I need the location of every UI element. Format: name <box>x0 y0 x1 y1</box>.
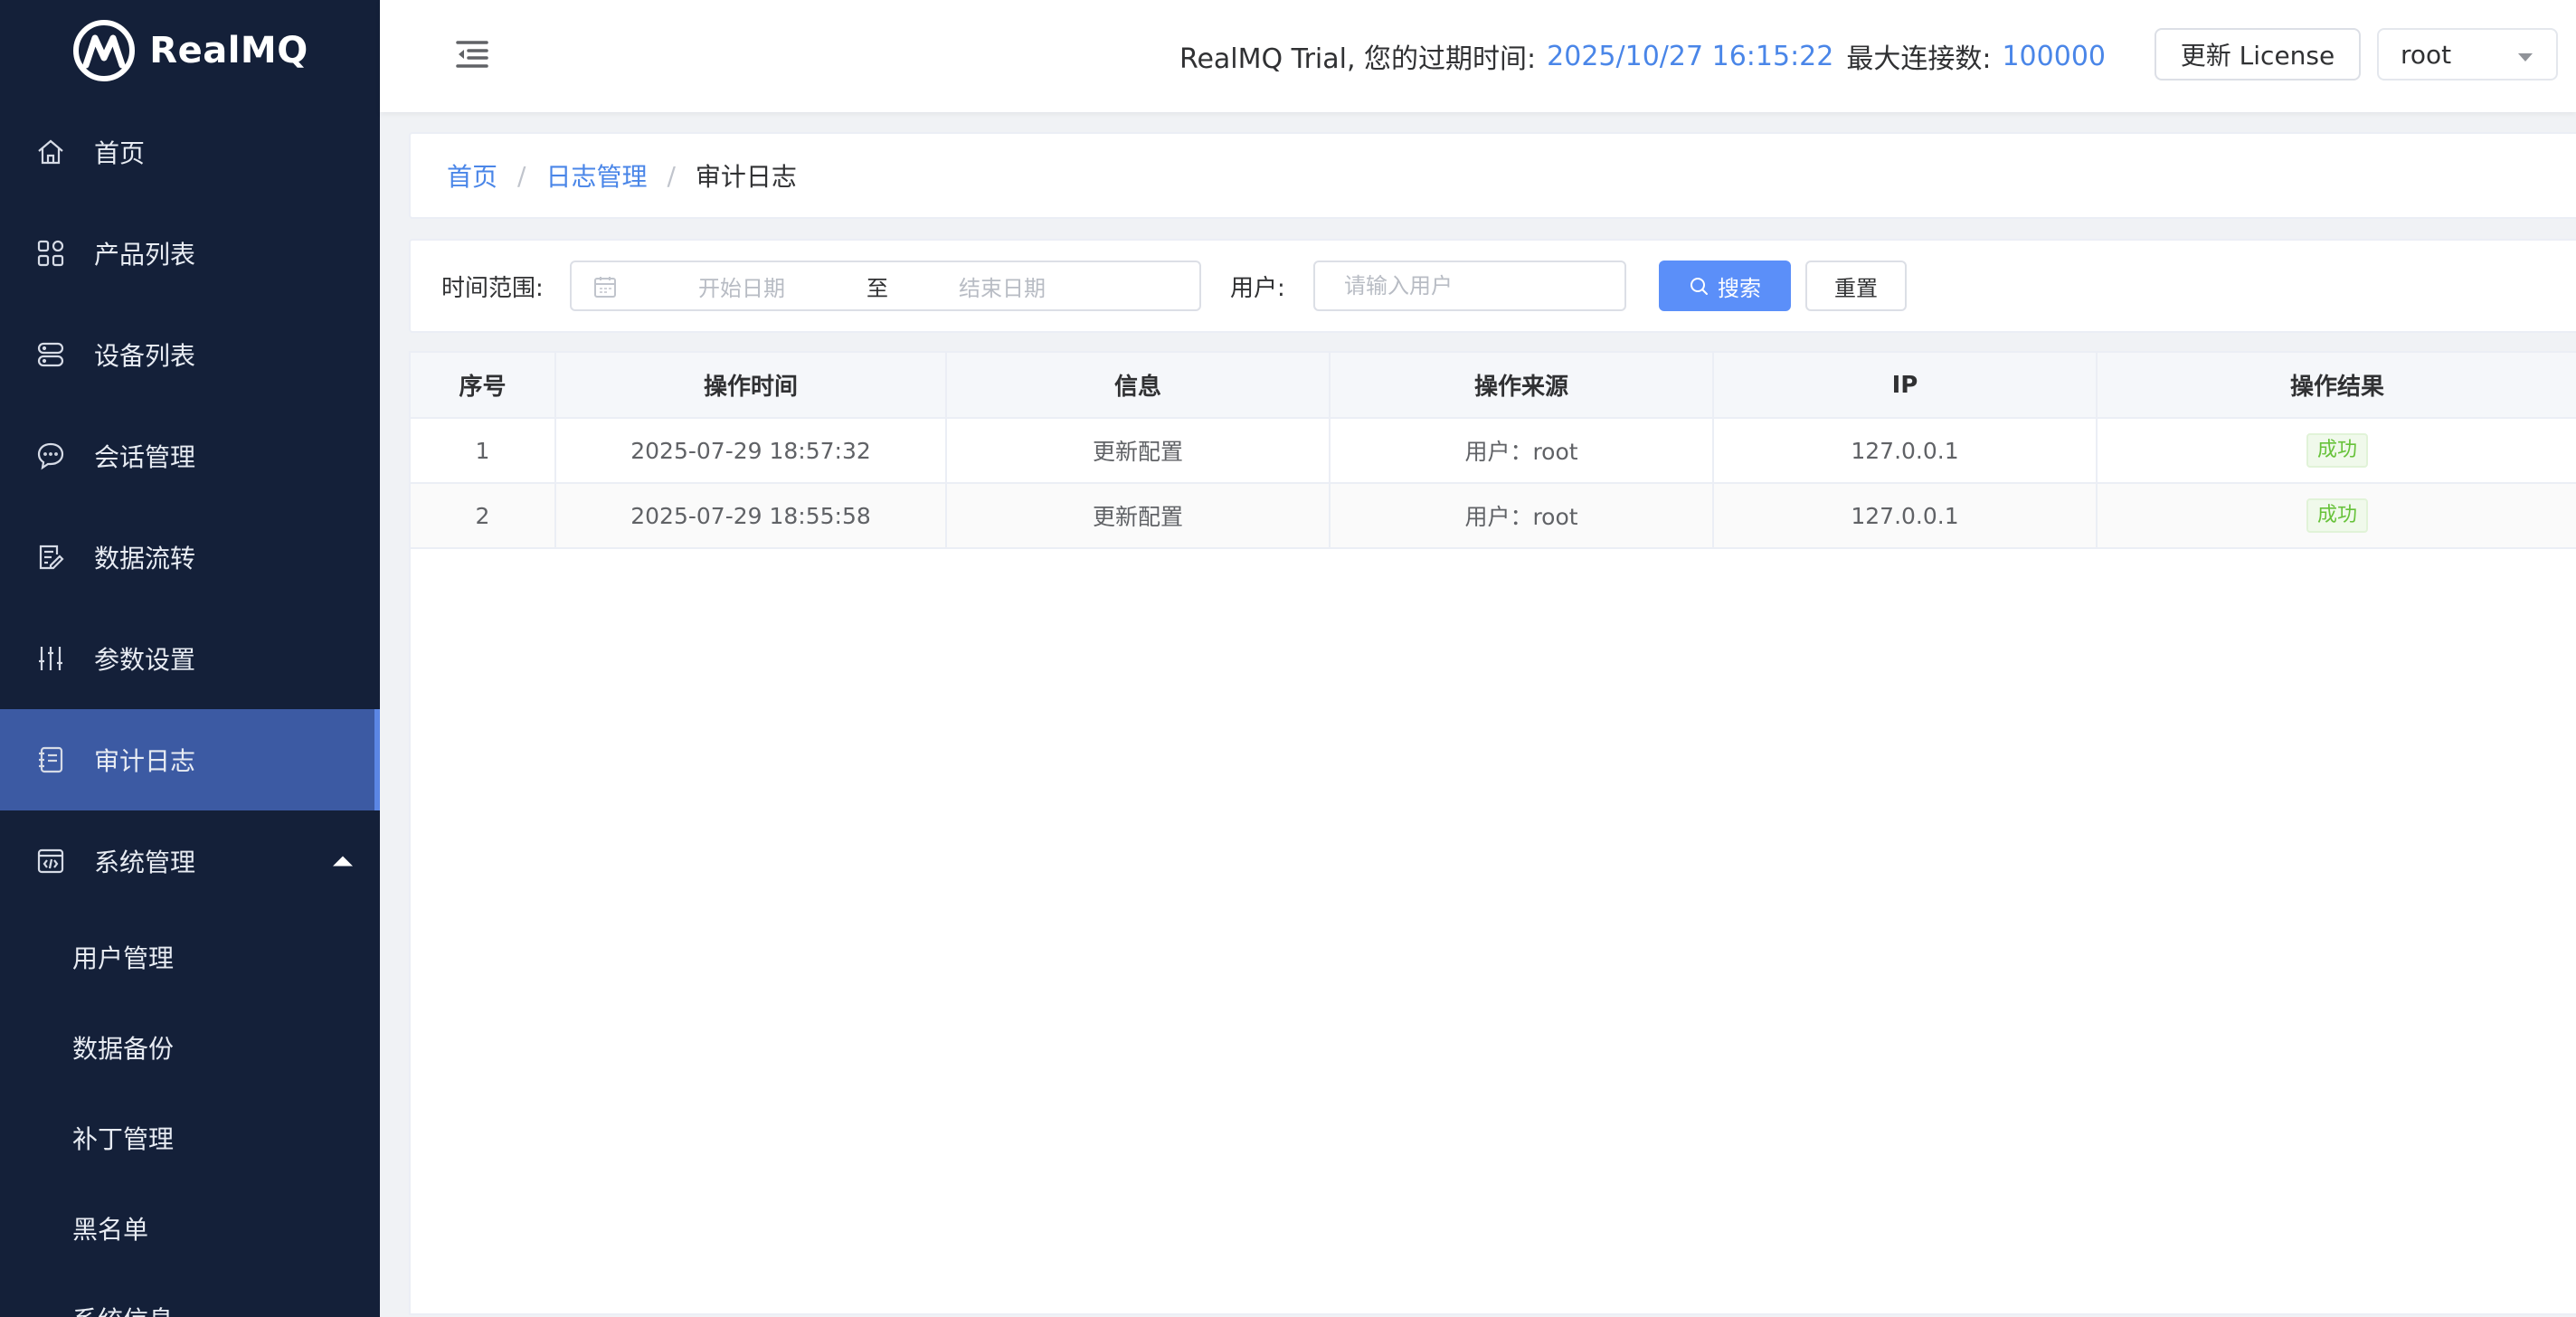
cell-info: 更新配置 <box>946 483 1331 549</box>
search-button-label: 搜索 <box>1718 275 1761 301</box>
sidebar-item-system[interactable]: 系统管理 <box>0 810 380 912</box>
cell-ip: 127.0.0.1 <box>1713 483 2098 549</box>
logo-text: RealMQ <box>149 30 308 71</box>
column-header-time: 操作时间 <box>555 353 947 419</box>
menu-fold-icon[interactable] <box>456 40 488 69</box>
search-icon <box>1690 278 1708 295</box>
cell-info: 更新配置 <box>946 418 1331 484</box>
cell-result: 成功 <box>2097 483 2576 549</box>
table-row[interactable]: 1 2025-07-29 18:57:32 更新配置 用户：root 127.0… <box>411 418 2576 484</box>
audit-log-table: 序号 操作时间 信息 操作来源 IP 操作结果 1 2025-07-29 18:… <box>409 351 2576 1315</box>
top-header: RealMQ Trial, 您的过期时间: 2025/10/27 16:15:2… <box>380 0 2576 112</box>
sliders-icon <box>34 642 67 675</box>
server-icon <box>34 338 67 371</box>
expire-time: 2025/10/27 16:15:22 <box>1547 40 1834 72</box>
table-header-row: 序号 操作时间 信息 操作来源 IP 操作结果 <box>411 353 2576 419</box>
sidebar-item-parameters[interactable]: 参数设置 <box>0 608 380 709</box>
sidebar-item-label: 会话管理 <box>94 442 196 472</box>
user-name: root <box>2401 39 2452 70</box>
breadcrumb-separator: / <box>667 160 676 191</box>
filter-bar: 时间范围: 开始日期 至 结束日期 用户: 搜索 重置 <box>409 239 2576 333</box>
cell-index: 2 <box>411 483 556 549</box>
max-conn-label: 最大连接数: <box>1846 43 1992 75</box>
caret-up-icon <box>333 856 353 867</box>
sidebar-item-label: 设备列表 <box>94 341 196 371</box>
home-icon <box>34 136 67 168</box>
cell-source: 用户：root <box>1330 483 1714 549</box>
sidebar-item-label: 产品列表 <box>94 240 196 270</box>
sidebar-item-audit-log[interactable]: 审计日志 <box>0 709 380 810</box>
submenu-item-users[interactable]: 用户管理 <box>0 912 380 1002</box>
column-header-ip: IP <box>1713 353 2098 419</box>
time-range-label: 时间范围: <box>441 274 544 302</box>
logo[interactable]: RealMQ <box>0 0 380 101</box>
cell-index: 1 <box>411 418 556 484</box>
user-search-input[interactable] <box>1313 261 1626 311</box>
sidebar-item-label: 系统管理 <box>94 848 196 877</box>
update-license-button[interactable]: 更新 License <box>2155 28 2361 81</box>
cell-source: 用户：root <box>1330 418 1714 484</box>
sidebar-item-devices[interactable]: 设备列表 <box>0 304 380 405</box>
start-date-input[interactable]: 开始日期 <box>698 262 785 309</box>
sidebar-item-label: 数据流转 <box>94 544 196 573</box>
cell-time: 2025-07-29 18:57:32 <box>555 418 947 484</box>
range-separator: 至 <box>867 275 888 301</box>
submenu-item-system-info[interactable]: 系统信息 <box>0 1274 380 1317</box>
calendar-icon <box>594 277 616 298</box>
trial-text: RealMQ Trial, 您的过期时间: <box>1179 43 1537 75</box>
submenu-item-backup[interactable]: 数据备份 <box>0 1002 380 1093</box>
cell-result: 成功 <box>2097 418 2576 484</box>
sidebar-item-label: 首页 <box>94 138 146 168</box>
cell-ip: 127.0.0.1 <box>1713 418 2098 484</box>
grid-icon <box>34 237 67 270</box>
sidebar-item-sessions[interactable]: 会话管理 <box>0 405 380 507</box>
edit-doc-icon <box>34 541 67 573</box>
breadcrumb: 首页 / 日志管理 / 审计日志 <box>409 132 2576 219</box>
column-header-index: 序号 <box>411 353 556 419</box>
user-dropdown[interactable]: root <box>2377 28 2558 81</box>
end-date-input[interactable]: 结束日期 <box>959 262 1046 309</box>
user-label: 用户: <box>1230 274 1285 302</box>
table-row[interactable]: 2 2025-07-29 18:55:58 更新配置 用户：root 127.0… <box>411 483 2576 549</box>
breadcrumb-log-management[interactable]: 日志管理 <box>545 157 647 194</box>
search-button[interactable]: 搜索 <box>1659 261 1791 311</box>
sidebar-item-label: 参数设置 <box>94 645 196 675</box>
status-badge: 成功 <box>2306 433 2368 468</box>
column-header-source: 操作来源 <box>1330 353 1714 419</box>
submenu-item-blacklist[interactable]: 黑名单 <box>0 1183 380 1274</box>
code-window-icon <box>34 845 67 877</box>
realmq-logo-icon <box>73 20 136 81</box>
sidebar-item-label: 审计日志 <box>94 746 196 776</box>
breadcrumb-home[interactable]: 首页 <box>447 157 497 194</box>
sidebar-item-data-flow[interactable]: 数据流转 <box>0 507 380 608</box>
breadcrumb-current: 审计日志 <box>695 162 797 192</box>
breadcrumb-separator: / <box>517 160 526 191</box>
date-range-picker[interactable]: 开始日期 至 结束日期 <box>570 261 1201 311</box>
max-conn-value: 100000 <box>2002 40 2106 72</box>
status-badge: 成功 <box>2306 498 2368 533</box>
column-header-info: 信息 <box>946 353 1331 419</box>
sidebar-item-products[interactable]: 产品列表 <box>0 203 380 304</box>
column-header-result: 操作结果 <box>2097 353 2576 419</box>
submenu-item-patch[interactable]: 补丁管理 <box>0 1093 380 1183</box>
sidebar: RealMQ 首页 产品列表 设备列表 会话管理 数据流转 参数设置 审计日志 … <box>0 0 380 1317</box>
sidebar-item-home[interactable]: 首页 <box>0 101 380 203</box>
caret-down-icon <box>2518 53 2533 62</box>
cell-time: 2025-07-29 18:55:58 <box>555 483 947 549</box>
chat-icon <box>34 440 67 472</box>
reset-button[interactable]: 重置 <box>1805 261 1907 311</box>
license-info: RealMQ Trial, 您的过期时间: 2025/10/27 16:15:2… <box>1179 0 2118 112</box>
log-icon <box>34 744 67 776</box>
